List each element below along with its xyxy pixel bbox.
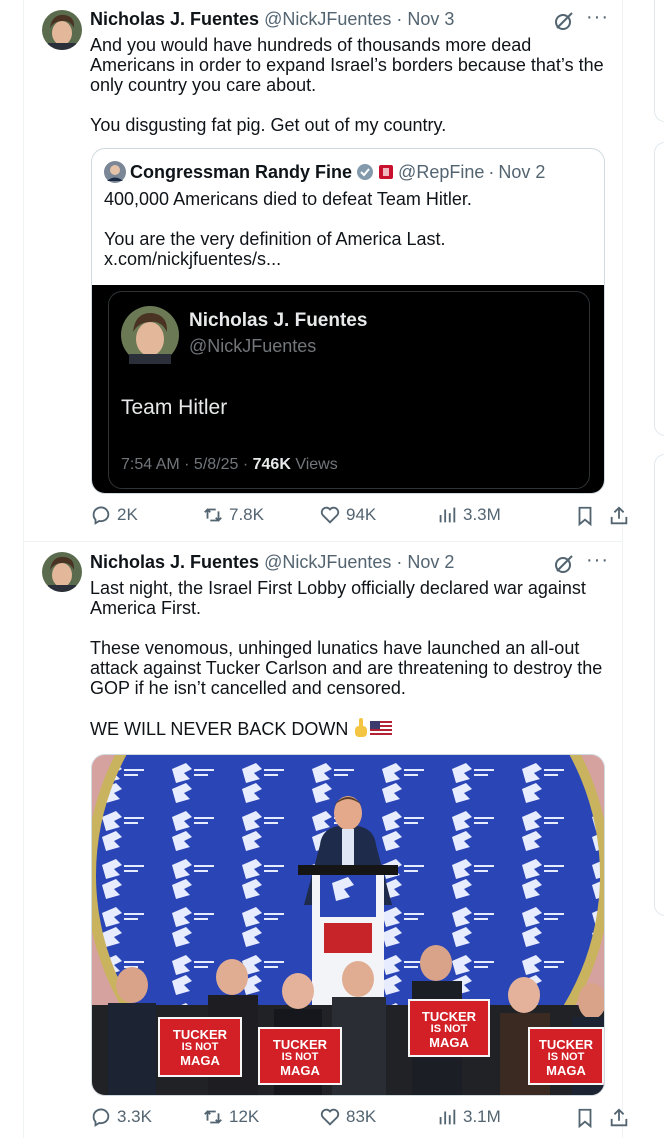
tweet-photo[interactable]: TUCKER IS NOT MAGA TUCKER IS NOT MAGA TUCKER… <box>91 754 605 1096</box>
author-name[interactable]: Nicholas J. Fuentes <box>90 9 259 29</box>
tweet-actions: 3.3K 12K 83K 3.1M <box>90 1106 634 1132</box>
author-handle[interactable]: @NickJFuentes <box>264 9 391 29</box>
column-border-right <box>622 0 623 1138</box>
heart-icon <box>320 506 340 524</box>
bookmark-icon[interactable] <box>574 505 596 527</box>
middle-finger-emoji-icon <box>355 718 368 737</box>
avatar <box>104 161 126 183</box>
sidebar-card[interactable] <box>654 142 664 436</box>
repost-icon <box>204 1110 222 1124</box>
share-icon[interactable] <box>608 505 630 527</box>
embedded-tweet-text: Team Hitler <box>121 396 228 419</box>
sidebar-card[interactable] <box>654 0 664 122</box>
quoted-tweet[interactable]: Congressman Randy Fine @RepFine · Nov 2 … <box>91 148 605 494</box>
quote-date[interactable]: Nov 2 <box>498 162 545 183</box>
grok-icon[interactable] <box>554 554 574 574</box>
us-flag-emoji-icon <box>370 721 393 736</box>
reply-icon <box>92 506 110 525</box>
embedded-author-handle: @NickJFuentes <box>189 336 317 356</box>
quote-link[interactable]: x.com/nickjfuentes/s... <box>104 249 594 269</box>
verified-badge-icon <box>357 164 374 180</box>
protest-sign: TUCKER IS NOT MAGA <box>258 1027 342 1085</box>
quote-author-name[interactable]: Congressman Randy Fine <box>130 162 352 183</box>
more-icon[interactable]: ··· <box>586 6 609 29</box>
views-chart-icon <box>439 1109 456 1125</box>
author-name[interactable]: Nicholas J. Fuentes <box>90 552 259 572</box>
more-icon[interactable]: ··· <box>586 549 609 572</box>
repost-icon <box>204 508 222 522</box>
views-button[interactable]: 3.3M <box>436 504 501 526</box>
reply-button[interactable]: 3.3K <box>90 1106 152 1128</box>
quote-text: 400,000 Americans died to defeat Team Hi… <box>104 189 594 269</box>
reply-icon <box>92 1108 110 1127</box>
tweet-actions: 2K 7.8K 94K 3.3M <box>90 504 634 530</box>
tweet-text: And you would have hundreds of thousands… <box>90 35 604 135</box>
sidebar-card[interactable] <box>654 454 664 916</box>
bookmark-icon[interactable] <box>574 1107 596 1129</box>
protest-sign: TUCKER IS NOT MAGA <box>408 999 490 1057</box>
tweet[interactable]: Nicholas J. Fuentes @NickJFuentes · Nov … <box>24 542 628 1138</box>
like-button[interactable]: 94K <box>319 504 376 526</box>
reply-button[interactable]: 2K <box>90 504 138 526</box>
repost-button[interactable]: 12K <box>202 1106 259 1128</box>
heart-icon <box>320 1108 340 1126</box>
embedded-timestamp: 7:54 AM · 5/8/25 · 746K Views <box>121 456 338 473</box>
avatar[interactable] <box>42 552 82 592</box>
tweet-date[interactable]: Nov 3 <box>407 9 454 29</box>
share-icon[interactable] <box>608 1107 630 1129</box>
tweet[interactable]: Nicholas J. Fuentes @NickJFuentes · Nov … <box>24 0 628 540</box>
protest-sign: TUCKER IS NOT MAGA <box>528 1027 604 1085</box>
embedded-author-name: Nicholas J. Fuentes <box>189 310 368 331</box>
quote-author-handle[interactable]: @RepFine <box>398 162 484 183</box>
embedded-tweet-screenshot[interactable]: Nicholas J. Fuentes @NickJFuentes Team H… <box>92 285 604 493</box>
protest-sign: TUCKER IS NOT MAGA <box>158 1017 242 1077</box>
tweet-date[interactable]: Nov 2 <box>407 552 454 572</box>
views-chart-icon <box>439 507 456 523</box>
like-button[interactable]: 83K <box>319 1106 376 1128</box>
repost-button[interactable]: 7.8K <box>202 504 264 526</box>
tweet-text: Last night, the Israel First Lobby offic… <box>90 578 603 739</box>
avatar <box>121 306 179 364</box>
author-handle[interactable]: @NickJFuentes <box>264 552 391 572</box>
views-button[interactable]: 3.1M <box>436 1106 501 1128</box>
grok-icon[interactable] <box>554 11 574 31</box>
avatar[interactable] <box>42 10 82 50</box>
government-badge-icon <box>379 165 394 179</box>
